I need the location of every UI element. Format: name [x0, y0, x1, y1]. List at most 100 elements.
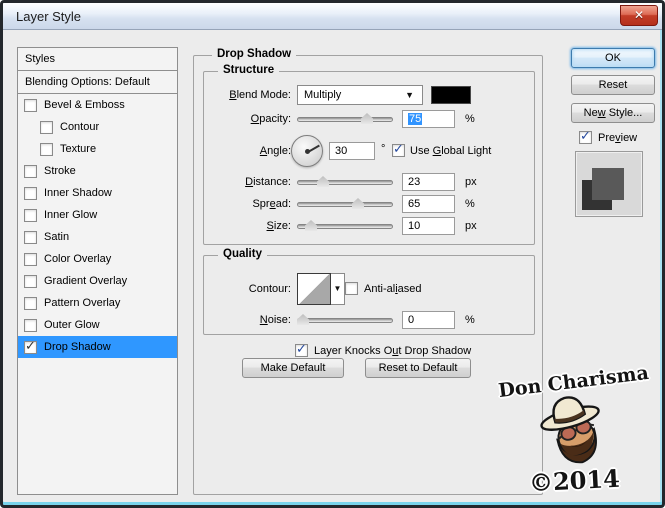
sidebar-item-inner-shadow[interactable]: Inner Shadow [18, 182, 177, 204]
watermark-face-illustration [481, 389, 665, 474]
spread-label: Spread: [181, 198, 291, 210]
opacity-input[interactable]: 75 [402, 110, 455, 128]
chevron-down-icon: ▼ [334, 284, 342, 293]
close-button[interactable]: ✕ [620, 5, 658, 26]
sidebar-item-inner-glow[interactable]: Inner Glow [18, 204, 177, 226]
ok-button[interactable]: OK [571, 48, 655, 68]
noise-slider[interactable] [297, 318, 393, 323]
anti-aliased-checkbox[interactable] [345, 282, 358, 295]
size-unit: px [465, 220, 477, 232]
watermark: Don Charisma ©2014 [481, 371, 665, 508]
watermark-year: ©2014 [528, 464, 620, 498]
panel-title: Drop Shadow [212, 48, 296, 60]
layer-style-dialog: Layer Style ✕ Styles Blending Options: D… [0, 0, 665, 508]
sidebar-item-label: Inner Shadow [44, 187, 112, 199]
preview-checkbox[interactable] [579, 131, 592, 144]
sidebar-item-outer-glow[interactable]: Outer Glow [18, 314, 177, 336]
sidebar-item-contour[interactable]: Contour [18, 116, 177, 138]
reset-to-default-button[interactable]: Reset to Default [365, 358, 471, 378]
contour-dropdown-arrow[interactable]: ▼ [331, 273, 345, 305]
preview-layer-square [592, 168, 624, 200]
layer-knocks-out-checkbox[interactable] [295, 344, 308, 357]
styles-list: Styles Blending Options: Default Bevel &… [17, 47, 178, 495]
distance-slider[interactable] [297, 180, 393, 185]
spread-unit: % [465, 198, 475, 210]
distance-unit: px [465, 176, 477, 188]
checkbox-icon[interactable] [24, 275, 37, 288]
checkbox-icon[interactable] [24, 253, 37, 266]
distance-input[interactable]: 23 [402, 173, 455, 191]
contour-label: Contour: [181, 283, 291, 295]
quality-group-title: Quality [218, 248, 267, 260]
sidebar-item-label: Inner Glow [44, 209, 97, 221]
sidebar-item-label: Bevel & Emboss [44, 99, 125, 111]
sidebar-item-satin[interactable]: Satin [18, 226, 177, 248]
checkbox-icon[interactable] [24, 165, 37, 178]
checkbox-icon[interactable] [24, 341, 37, 354]
title-bar[interactable]: Layer Style ✕ [3, 3, 662, 30]
close-icon: ✕ [634, 8, 644, 22]
sidebar-item-texture[interactable]: Texture [18, 138, 177, 160]
checkbox-icon[interactable] [24, 187, 37, 200]
noise-label: Noise: [181, 314, 291, 326]
sidebar-item-label: Texture [60, 143, 96, 155]
preview-thumbnail [575, 151, 643, 217]
use-global-light-label: Use Global Light [410, 145, 491, 157]
sidebar-item-label: Stroke [44, 165, 76, 177]
reset-button[interactable]: Reset [571, 75, 655, 95]
structure-group-title: Structure [218, 64, 279, 76]
layer-knocks-out-label: Layer Knocks Out Drop Shadow [314, 345, 471, 357]
window-title: Layer Style [16, 9, 81, 24]
make-default-button[interactable]: Make Default [242, 358, 344, 378]
size-label: Size: [181, 220, 291, 232]
blend-mode-select[interactable]: Multiply ▼ [297, 85, 423, 105]
angle-label: Angle: [181, 145, 291, 157]
sidebar-item-label: Color Overlay [44, 253, 111, 265]
checkbox-icon[interactable] [24, 99, 37, 112]
preview-label: Preview [598, 132, 637, 144]
checkbox-icon[interactable] [40, 121, 53, 134]
opacity-label: Opacity: [181, 113, 291, 125]
sidebar-item-label: Outer Glow [44, 319, 100, 331]
sidebar-item-blending-options[interactable]: Blending Options: Default [18, 71, 177, 94]
use-global-light-checkbox[interactable] [392, 144, 405, 157]
new-style-button[interactable]: New Style... [571, 103, 655, 123]
contour-swatch[interactable] [297, 273, 331, 305]
distance-label: Distance: [181, 176, 291, 188]
anti-aliased-label: Anti-aliased [364, 283, 422, 295]
angle-input[interactable]: 30 [329, 142, 375, 160]
sidebar-item-label: Blending Options: Default [25, 76, 150, 88]
checkbox-icon[interactable] [24, 297, 37, 310]
sidebar-item-label: Drop Shadow [44, 341, 111, 353]
opacity-unit: % [465, 113, 475, 125]
checkbox-icon[interactable] [24, 231, 37, 244]
shadow-color-swatch[interactable] [431, 86, 471, 104]
size-input[interactable]: 10 [402, 217, 455, 235]
spread-slider[interactable] [297, 202, 393, 207]
sidebar-item-gradient-overlay[interactable]: Gradient Overlay [18, 270, 177, 292]
sidebar-item-label: Contour [60, 121, 99, 133]
sidebar-item-styles[interactable]: Styles [18, 48, 177, 71]
noise-input[interactable]: 0 [402, 311, 455, 329]
sidebar-item-color-overlay[interactable]: Color Overlay [18, 248, 177, 270]
sidebar-item-label: Gradient Overlay [44, 275, 127, 287]
checkbox-icon[interactable] [40, 143, 53, 156]
chevron-down-icon: ▼ [405, 90, 414, 100]
angle-center-dot [305, 149, 310, 154]
sidebar-item-bevel-emboss[interactable]: Bevel & Emboss [18, 94, 177, 116]
sidebar-item-label: Styles [25, 53, 55, 65]
noise-unit: % [465, 314, 475, 326]
sidebar-item-label: Satin [44, 231, 69, 243]
sidebar-item-pattern-overlay[interactable]: Pattern Overlay [18, 292, 177, 314]
sidebar-item-label: Pattern Overlay [44, 297, 120, 309]
blend-mode-label: Blend Mode: [181, 89, 291, 101]
sidebar-item-stroke[interactable]: Stroke [18, 160, 177, 182]
opacity-value: 75 [408, 113, 422, 125]
checkbox-icon[interactable] [24, 319, 37, 332]
angle-dial[interactable] [291, 135, 323, 167]
opacity-slider[interactable] [297, 117, 393, 122]
sidebar-item-drop-shadow[interactable]: Drop Shadow [18, 336, 177, 358]
checkbox-icon[interactable] [24, 209, 37, 222]
spread-input[interactable]: 65 [402, 195, 455, 213]
angle-unit: ° [381, 143, 385, 155]
